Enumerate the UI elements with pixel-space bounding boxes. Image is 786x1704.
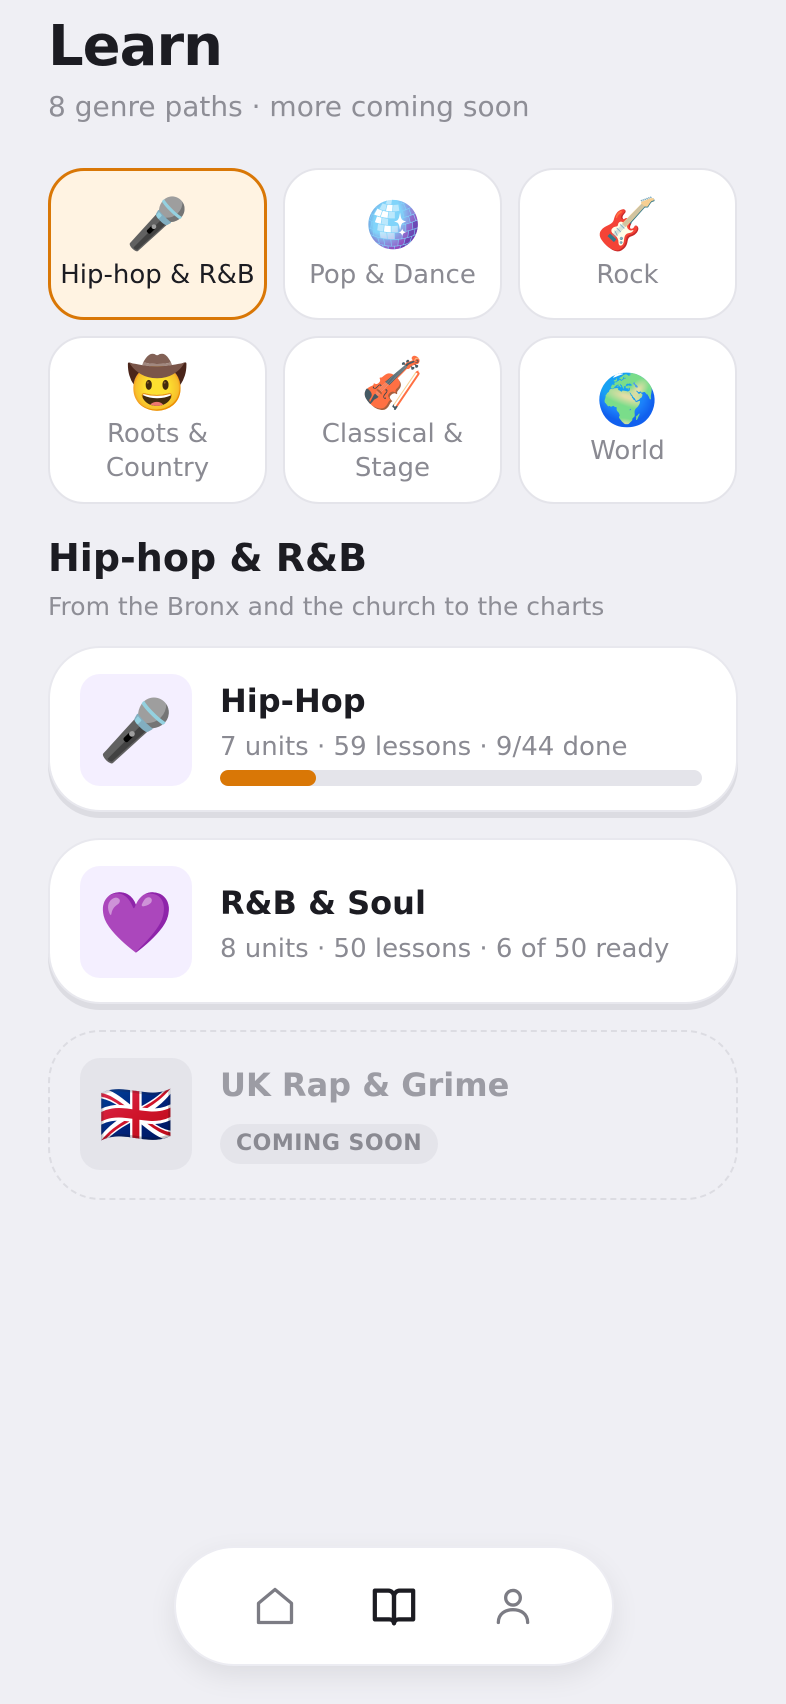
path-name: Hip-Hop: [220, 682, 366, 720]
purple-heart-icon: 💜: [80, 866, 192, 978]
globe-icon: 🌍: [596, 371, 659, 429]
genre-tile-world[interactable]: 🌍 World: [518, 336, 737, 504]
microphone-icon: 🎤: [80, 674, 192, 786]
genre-tile-roots-country[interactable]: 🤠 Roots & Country: [48, 336, 267, 504]
path-name: UK Rap & Grime: [220, 1066, 510, 1104]
genre-label: Rock: [596, 260, 659, 290]
genre-label: Hip-hop & R&B: [60, 260, 255, 290]
path-card-rnb-soul[interactable]: 💜 R&B & Soul 8 units · 50 lessons · 6 of…: [48, 838, 738, 1004]
nav-learn-button[interactable]: [354, 1566, 434, 1646]
genre-label: Pop & Dance: [309, 260, 476, 290]
nav-profile-button[interactable]: [473, 1566, 553, 1646]
uk-flag-icon: 🇬🇧: [80, 1058, 192, 1170]
path-card-hip-hop[interactable]: 🎤 Hip-Hop 7 units · 59 lessons · 9/44 do…: [48, 646, 738, 812]
bottom-nav: [174, 1546, 614, 1666]
cowboy-icon: 🤠: [126, 354, 189, 412]
page-title: Learn: [48, 14, 223, 79]
path-meta: 7 units · 59 lessons · 9/44 done: [220, 732, 628, 762]
progress-fill: [220, 770, 317, 786]
path-meta: 8 units · 50 lessons · 6 of 50 ready: [220, 934, 670, 964]
genre-label: Roots & Country: [105, 419, 210, 483]
book-icon: [372, 1588, 416, 1626]
microphone-icon: 🎤: [126, 195, 189, 253]
progress-bar: [220, 770, 702, 786]
genre-label: World: [590, 436, 665, 466]
home-icon: [257, 1587, 294, 1625]
genre-label: Classical & Stage: [321, 419, 464, 483]
coming-soon-badge: COMING SOON: [220, 1124, 439, 1164]
genre-tile-pop-dance[interactable]: 🪩 Pop & Dance: [283, 168, 502, 320]
section-description: From the Bronx and the church to the cha…: [48, 592, 605, 621]
violin-icon: 🎻: [361, 354, 424, 412]
path-card-uk-rap-grime: 🇬🇧 UK Rap & Grime COMING SOON: [48, 1030, 738, 1200]
disco-ball-icon: 🪩: [361, 195, 424, 253]
genre-grid: 🎤 Hip-hop & R&B 🪩 Pop & Dance 🎸 Rock 🤠 R…: [48, 168, 738, 504]
genre-tile-hip-hop-rnb[interactable]: 🎤 Hip-hop & R&B: [48, 168, 267, 320]
profile-icon: [496, 1588, 529, 1625]
path-name: R&B & Soul: [220, 884, 426, 922]
genre-tile-rock[interactable]: 🎸 Rock: [518, 168, 737, 320]
section-title: Hip-hop & R&B: [48, 536, 368, 580]
genre-tile-classical-stage[interactable]: 🎻 Classical & Stage: [283, 336, 502, 504]
page-subtitle: 8 genre paths · more coming soon: [48, 90, 530, 123]
guitar-icon: 🎸: [596, 195, 659, 253]
nav-home-button[interactable]: [235, 1566, 315, 1646]
learn-screen: Learn 8 genre paths · more coming soon 🎤…: [0, 0, 786, 1704]
